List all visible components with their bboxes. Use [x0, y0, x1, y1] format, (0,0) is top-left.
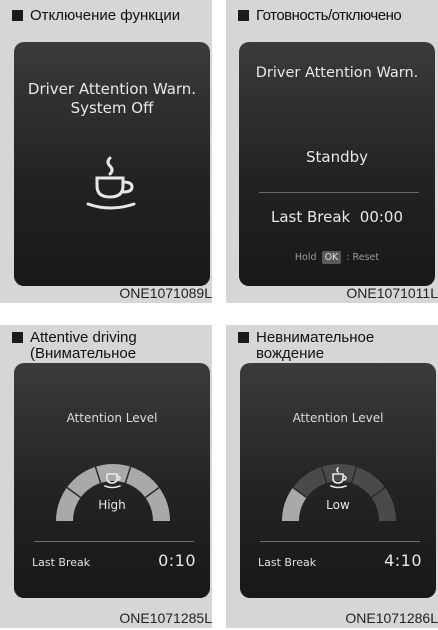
last-break-time: 4:10: [384, 551, 422, 570]
figure-code: ONE1071011L: [346, 285, 438, 301]
bullet-square-icon: [238, 10, 249, 21]
last-break-time: 00:00: [359, 208, 404, 226]
divider: [259, 192, 419, 193]
attention-level-label: High: [98, 498, 126, 512]
panel-inattentive: Невнимательное вождение Attention Level …: [226, 325, 438, 628]
bullet-square-icon: [12, 10, 23, 21]
title-line-2: System Off: [70, 99, 154, 117]
coffee-cup-icon: [330, 467, 347, 489]
caption-text: Готовность/отключено: [256, 7, 402, 24]
bullet-square-icon: [238, 332, 249, 343]
ok-button-glyph: OK: [321, 251, 342, 264]
panel-caption: Отключение функции: [12, 8, 208, 24]
display-title: Driver Attention Warn.: [255, 65, 419, 81]
display-title: Driver Attention Warn. System Off: [14, 80, 210, 118]
last-break-row: Last Break 0:10: [32, 551, 196, 570]
caption-text: Отключение функции: [30, 7, 181, 24]
title-line-1: Driver Attention Warn.: [27, 80, 197, 98]
reset-label: : Reset: [346, 252, 380, 263]
divider: [260, 541, 420, 542]
bullet-square-icon: [12, 332, 23, 343]
panel-standby: Готовность/отключено Driver Attention Wa…: [226, 0, 438, 303]
divider: [34, 541, 194, 542]
display-title: Attention Level: [292, 411, 384, 425]
figure-code: ONE1071285L: [119, 610, 212, 626]
status-text: Standby: [305, 148, 369, 166]
panel-system-off: Отключение функции Driver Attention Warn…: [0, 0, 212, 303]
attention-level-label: Low: [326, 498, 350, 512]
figure-code: ONE1071089L: [119, 285, 212, 301]
display-title: Attention Level: [66, 411, 158, 425]
last-break-label: Last Break: [258, 556, 317, 569]
panel-caption: Невнимательное вождение: [238, 330, 434, 362]
last-break-row: Last Break 00:00: [239, 208, 435, 226]
panel-caption: Готовность/отключено: [238, 8, 434, 24]
last-break-label: Last Break: [270, 208, 351, 226]
coffee-cup-icon: [104, 473, 121, 489]
figure-code: ONE1071286L: [345, 610, 438, 626]
last-break-time: 0:10: [158, 551, 196, 570]
cluster-display: Driver Attention Warn. System Off: [14, 42, 210, 286]
coffee-cup-icon: [86, 156, 136, 210]
cluster-display: Attention Level High Last Break 0:10: [14, 363, 210, 598]
last-break-label: Last Break: [32, 556, 91, 569]
panel-attentive: Attentive driving (Внимательное вождение…: [0, 325, 212, 628]
caption-text: Невнимательное вождение: [256, 329, 375, 362]
hold-label: Hold: [294, 252, 317, 263]
cluster-display: Attention Level Low Last Break 4:10: [240, 363, 436, 598]
cluster-display: Driver Attention Warn. Standby Last Brea…: [239, 42, 435, 286]
reset-hint: Hold OK : Reset: [239, 251, 435, 264]
last-break-row: Last Break 4:10: [258, 551, 422, 570]
